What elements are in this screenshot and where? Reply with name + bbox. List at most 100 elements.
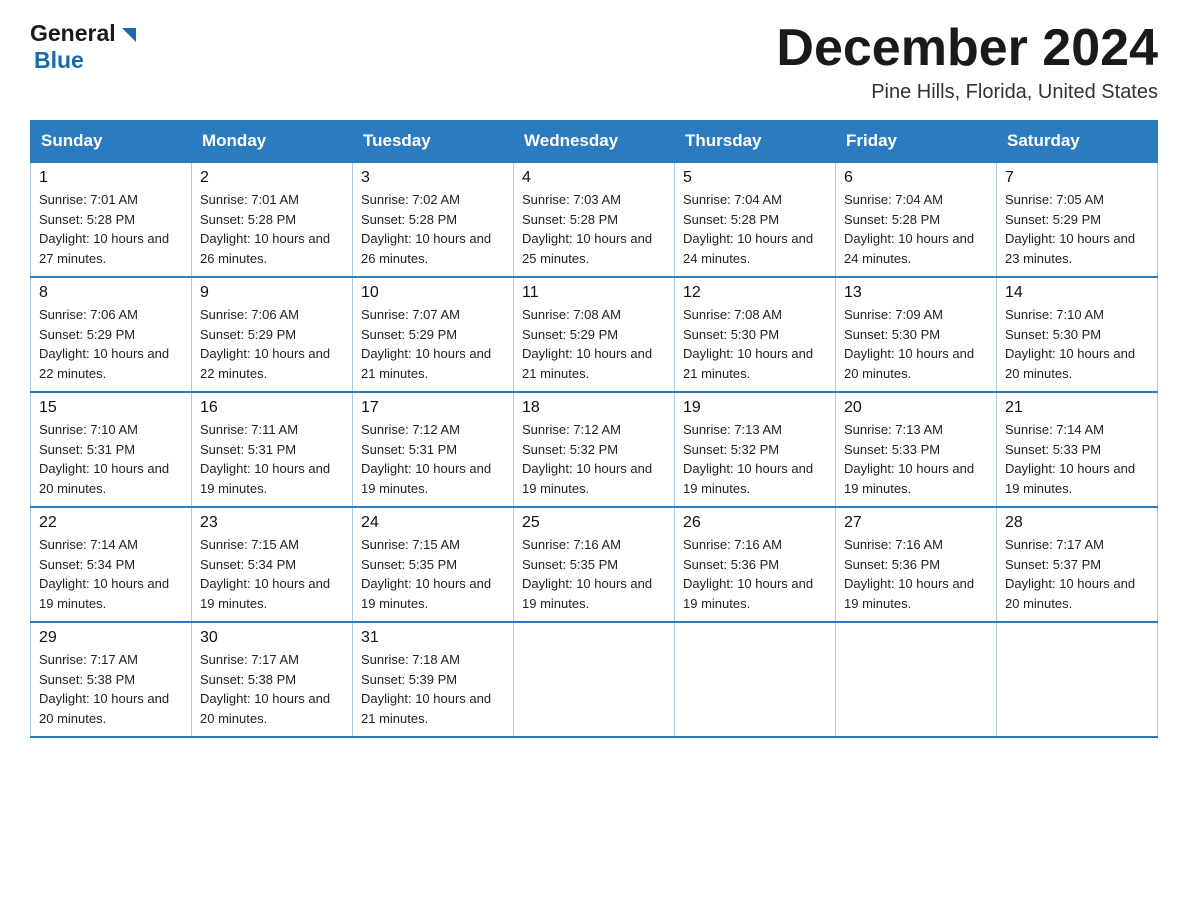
day-number: 15 (39, 399, 183, 417)
calendar-cell: 26 Sunrise: 7:16 AMSunset: 5:36 PMDaylig… (675, 507, 836, 622)
logo: General Blue (30, 20, 140, 74)
day-info: Sunrise: 7:16 AMSunset: 5:35 PMDaylight:… (522, 535, 666, 613)
calendar-week-row: 8 Sunrise: 7:06 AMSunset: 5:29 PMDayligh… (31, 277, 1158, 392)
calendar-cell (675, 622, 836, 737)
weekday-header-saturday: Saturday (997, 121, 1158, 163)
day-number: 27 (844, 514, 988, 532)
day-number: 26 (683, 514, 827, 532)
location-text: Pine Hills, Florida, United States (776, 81, 1158, 104)
calendar-cell: 12 Sunrise: 7:08 AMSunset: 5:30 PMDaylig… (675, 277, 836, 392)
calendar-cell: 5 Sunrise: 7:04 AMSunset: 5:28 PMDayligh… (675, 162, 836, 277)
weekday-header-sunday: Sunday (31, 121, 192, 163)
day-info: Sunrise: 7:14 AMSunset: 5:33 PMDaylight:… (1005, 420, 1149, 498)
logo-blue-text: Blue (34, 47, 84, 73)
day-info: Sunrise: 7:07 AMSunset: 5:29 PMDaylight:… (361, 305, 505, 383)
calendar-cell: 21 Sunrise: 7:14 AMSunset: 5:33 PMDaylig… (997, 392, 1158, 507)
day-info: Sunrise: 7:02 AMSunset: 5:28 PMDaylight:… (361, 190, 505, 268)
day-number: 9 (200, 284, 344, 302)
day-info: Sunrise: 7:06 AMSunset: 5:29 PMDaylight:… (39, 305, 183, 383)
day-info: Sunrise: 7:13 AMSunset: 5:32 PMDaylight:… (683, 420, 827, 498)
calendar-cell (997, 622, 1158, 737)
weekday-header-thursday: Thursday (675, 121, 836, 163)
calendar-week-row: 1 Sunrise: 7:01 AMSunset: 5:28 PMDayligh… (31, 162, 1158, 277)
day-number: 14 (1005, 284, 1149, 302)
day-number: 11 (522, 284, 666, 302)
day-info: Sunrise: 7:10 AMSunset: 5:31 PMDaylight:… (39, 420, 183, 498)
day-number: 7 (1005, 169, 1149, 187)
day-info: Sunrise: 7:18 AMSunset: 5:39 PMDaylight:… (361, 650, 505, 728)
day-info: Sunrise: 7:08 AMSunset: 5:29 PMDaylight:… (522, 305, 666, 383)
weekday-header-wednesday: Wednesday (514, 121, 675, 163)
calendar-cell: 27 Sunrise: 7:16 AMSunset: 5:36 PMDaylig… (836, 507, 997, 622)
calendar-table: SundayMondayTuesdayWednesdayThursdayFrid… (30, 120, 1158, 738)
calendar-cell: 25 Sunrise: 7:16 AMSunset: 5:35 PMDaylig… (514, 507, 675, 622)
day-info: Sunrise: 7:04 AMSunset: 5:28 PMDaylight:… (683, 190, 827, 268)
calendar-cell: 17 Sunrise: 7:12 AMSunset: 5:31 PMDaylig… (353, 392, 514, 507)
weekday-header-friday: Friday (836, 121, 997, 163)
calendar-cell: 23 Sunrise: 7:15 AMSunset: 5:34 PMDaylig… (192, 507, 353, 622)
calendar-cell: 6 Sunrise: 7:04 AMSunset: 5:28 PMDayligh… (836, 162, 997, 277)
day-number: 21 (1005, 399, 1149, 417)
title-area: December 2024 Pine Hills, Florida, Unite… (776, 20, 1158, 104)
calendar-cell: 10 Sunrise: 7:07 AMSunset: 5:29 PMDaylig… (353, 277, 514, 392)
day-info: Sunrise: 7:17 AMSunset: 5:38 PMDaylight:… (39, 650, 183, 728)
day-number: 5 (683, 169, 827, 187)
day-number: 18 (522, 399, 666, 417)
calendar-cell: 31 Sunrise: 7:18 AMSunset: 5:39 PMDaylig… (353, 622, 514, 737)
day-number: 17 (361, 399, 505, 417)
page-header: General Blue December 2024 Pine Hills, F… (30, 20, 1158, 104)
day-number: 29 (39, 629, 183, 647)
day-info: Sunrise: 7:13 AMSunset: 5:33 PMDaylight:… (844, 420, 988, 498)
calendar-cell: 28 Sunrise: 7:17 AMSunset: 5:37 PMDaylig… (997, 507, 1158, 622)
calendar-cell (514, 622, 675, 737)
day-info: Sunrise: 7:15 AMSunset: 5:35 PMDaylight:… (361, 535, 505, 613)
weekday-header-tuesday: Tuesday (353, 121, 514, 163)
weekday-header-row: SundayMondayTuesdayWednesdayThursdayFrid… (31, 121, 1158, 163)
day-info: Sunrise: 7:14 AMSunset: 5:34 PMDaylight:… (39, 535, 183, 613)
day-info: Sunrise: 7:04 AMSunset: 5:28 PMDaylight:… (844, 190, 988, 268)
day-info: Sunrise: 7:01 AMSunset: 5:28 PMDaylight:… (200, 190, 344, 268)
day-number: 4 (522, 169, 666, 187)
day-info: Sunrise: 7:12 AMSunset: 5:31 PMDaylight:… (361, 420, 505, 498)
calendar-week-row: 15 Sunrise: 7:10 AMSunset: 5:31 PMDaylig… (31, 392, 1158, 507)
day-number: 25 (522, 514, 666, 532)
day-info: Sunrise: 7:17 AMSunset: 5:37 PMDaylight:… (1005, 535, 1149, 613)
calendar-cell: 1 Sunrise: 7:01 AMSunset: 5:28 PMDayligh… (31, 162, 192, 277)
calendar-cell: 9 Sunrise: 7:06 AMSunset: 5:29 PMDayligh… (192, 277, 353, 392)
month-title: December 2024 (776, 20, 1158, 77)
day-number: 16 (200, 399, 344, 417)
day-info: Sunrise: 7:08 AMSunset: 5:30 PMDaylight:… (683, 305, 827, 383)
day-info: Sunrise: 7:10 AMSunset: 5:30 PMDaylight:… (1005, 305, 1149, 383)
day-number: 1 (39, 169, 183, 187)
day-info: Sunrise: 7:01 AMSunset: 5:28 PMDaylight:… (39, 190, 183, 268)
calendar-cell: 19 Sunrise: 7:13 AMSunset: 5:32 PMDaylig… (675, 392, 836, 507)
calendar-cell: 2 Sunrise: 7:01 AMSunset: 5:28 PMDayligh… (192, 162, 353, 277)
calendar-week-row: 22 Sunrise: 7:14 AMSunset: 5:34 PMDaylig… (31, 507, 1158, 622)
day-number: 13 (844, 284, 988, 302)
calendar-cell: 18 Sunrise: 7:12 AMSunset: 5:32 PMDaylig… (514, 392, 675, 507)
day-number: 10 (361, 284, 505, 302)
day-info: Sunrise: 7:06 AMSunset: 5:29 PMDaylight:… (200, 305, 344, 383)
calendar-cell: 11 Sunrise: 7:08 AMSunset: 5:29 PMDaylig… (514, 277, 675, 392)
day-info: Sunrise: 7:11 AMSunset: 5:31 PMDaylight:… (200, 420, 344, 498)
calendar-week-row: 29 Sunrise: 7:17 AMSunset: 5:38 PMDaylig… (31, 622, 1158, 737)
day-info: Sunrise: 7:05 AMSunset: 5:29 PMDaylight:… (1005, 190, 1149, 268)
calendar-cell: 4 Sunrise: 7:03 AMSunset: 5:28 PMDayligh… (514, 162, 675, 277)
calendar-cell: 14 Sunrise: 7:10 AMSunset: 5:30 PMDaylig… (997, 277, 1158, 392)
calendar-cell: 8 Sunrise: 7:06 AMSunset: 5:29 PMDayligh… (31, 277, 192, 392)
day-info: Sunrise: 7:17 AMSunset: 5:38 PMDaylight:… (200, 650, 344, 728)
day-number: 23 (200, 514, 344, 532)
calendar-cell: 30 Sunrise: 7:17 AMSunset: 5:38 PMDaylig… (192, 622, 353, 737)
day-info: Sunrise: 7:16 AMSunset: 5:36 PMDaylight:… (683, 535, 827, 613)
day-info: Sunrise: 7:15 AMSunset: 5:34 PMDaylight:… (200, 535, 344, 613)
calendar-cell: 16 Sunrise: 7:11 AMSunset: 5:31 PMDaylig… (192, 392, 353, 507)
day-number: 2 (200, 169, 344, 187)
day-number: 3 (361, 169, 505, 187)
day-number: 19 (683, 399, 827, 417)
calendar-cell: 24 Sunrise: 7:15 AMSunset: 5:35 PMDaylig… (353, 507, 514, 622)
calendar-cell: 29 Sunrise: 7:17 AMSunset: 5:38 PMDaylig… (31, 622, 192, 737)
day-number: 24 (361, 514, 505, 532)
weekday-header-monday: Monday (192, 121, 353, 163)
day-number: 20 (844, 399, 988, 417)
day-number: 12 (683, 284, 827, 302)
